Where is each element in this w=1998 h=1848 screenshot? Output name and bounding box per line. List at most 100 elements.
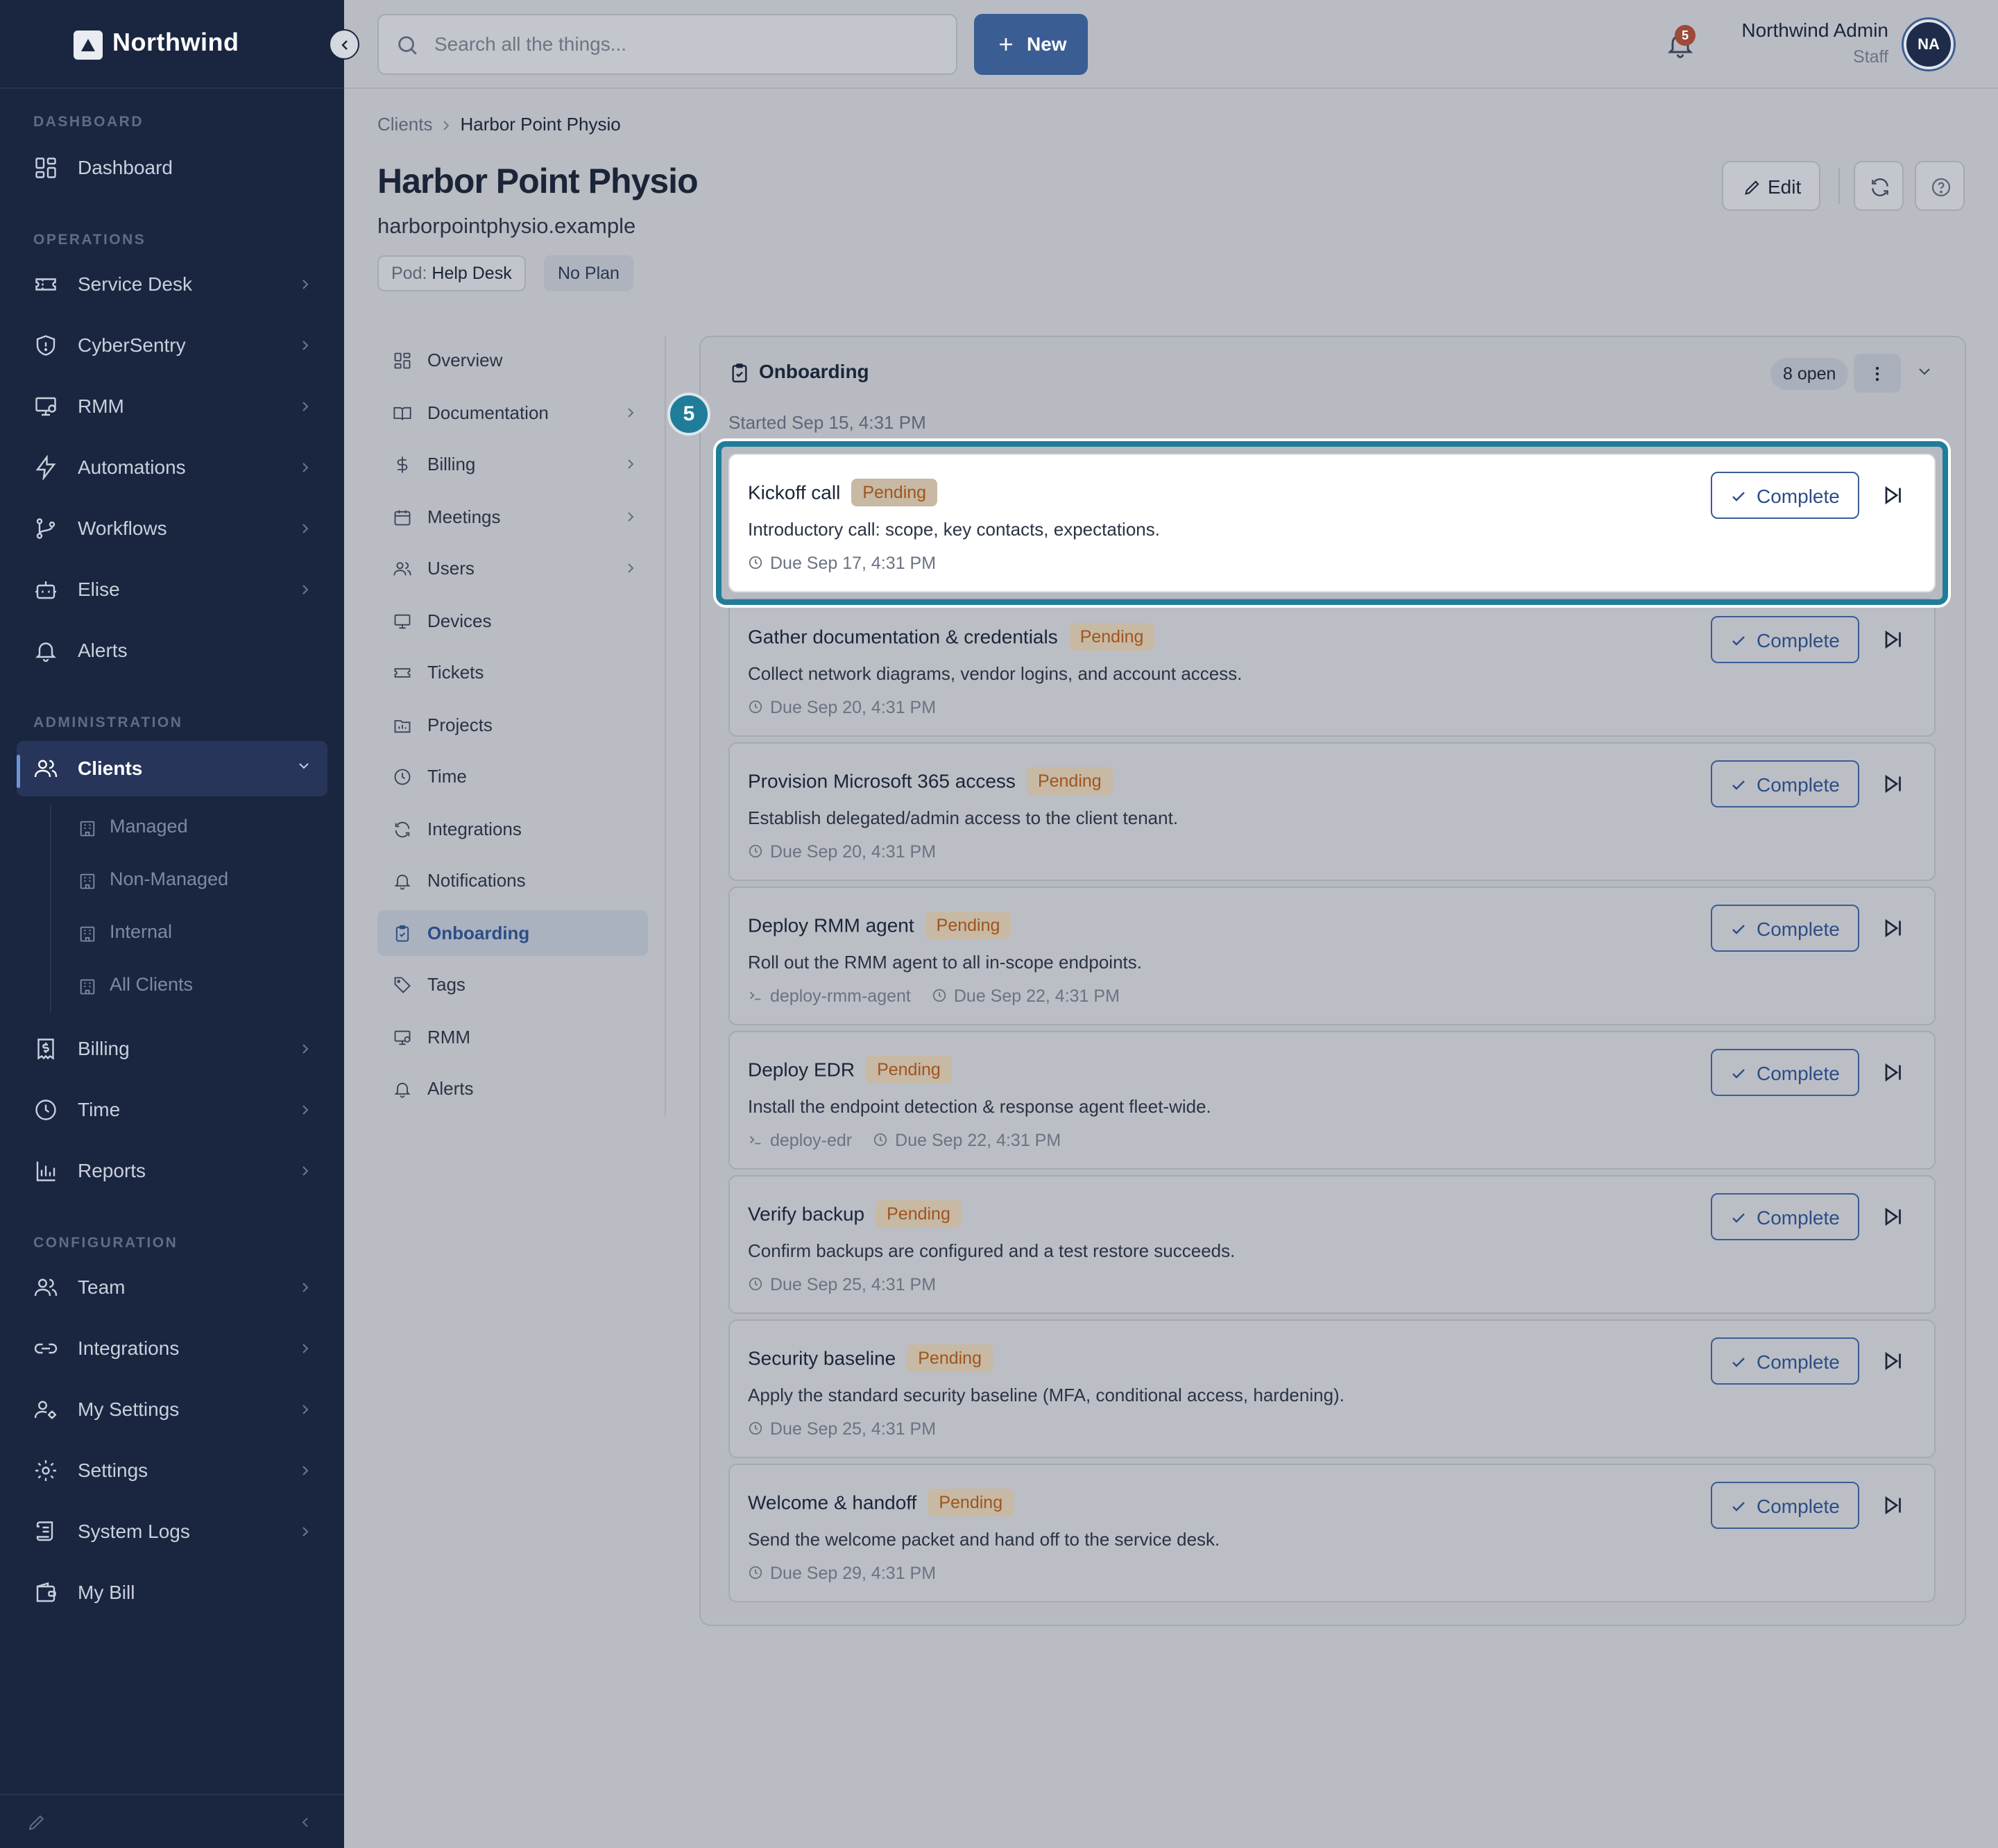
terminal-icon: [748, 1131, 770, 1151]
client-nav-integrations[interactable]: Integrations: [377, 806, 648, 852]
due-date-text: Due Sep 25, 4:31 PM: [770, 1275, 937, 1294]
complete-button[interactable]: Complete: [1711, 760, 1859, 807]
skip-task-icon[interactable]: [1880, 916, 1905, 941]
refresh-icon: [1872, 178, 1888, 196]
chevron-right-icon: [300, 461, 311, 474]
sidebar-item-rmm[interactable]: RMM: [17, 379, 327, 434]
more-options-button[interactable]: [1854, 354, 1901, 393]
sidebar-item-settings[interactable]: Settings: [17, 1443, 327, 1498]
task-title-row: Gather documentation & credentials Pendin…: [748, 623, 1155, 652]
complete-button-label: Complete: [1757, 1063, 1840, 1084]
client-nav-devices[interactable]: Devices: [377, 598, 648, 644]
client-nav-alerts[interactable]: Alerts: [377, 1066, 648, 1111]
receipt-icon: [33, 1036, 58, 1061]
breadcrumb: Clients Harbor Point Physio: [377, 114, 621, 135]
skip-task-icon[interactable]: [1880, 1060, 1905, 1085]
sidebar-subitem-all-clients[interactable]: All Clients: [78, 963, 314, 1007]
sidebar-item-time[interactable]: Time: [17, 1082, 327, 1138]
new-button[interactable]: New: [974, 14, 1088, 75]
edit-button[interactable]: Edit: [1722, 161, 1820, 211]
sidebar-footer: [0, 1794, 344, 1848]
sidebar-item-dashboard[interactable]: Dashboard: [17, 140, 327, 196]
help-button[interactable]: [1915, 161, 1965, 211]
sidebar-item-cybersentry[interactable]: CyberSentry: [17, 318, 327, 373]
client-nav-projects[interactable]: Projects: [377, 702, 648, 748]
client-nav-tickets[interactable]: Tickets: [377, 649, 648, 695]
new-button-label: New: [1027, 33, 1067, 55]
sidebar-collapse-button[interactable]: [329, 29, 359, 60]
collapse-chevron-left-icon[interactable]: [298, 1815, 312, 1830]
chevron-right-icon: [443, 121, 450, 130]
client-nav-users[interactable]: Users: [377, 545, 648, 591]
building-icon: [78, 819, 97, 838]
collapse-panel-chevron-icon[interactable]: [1916, 365, 1933, 379]
complete-button[interactable]: Complete: [1711, 905, 1859, 952]
complete-button[interactable]: Complete: [1711, 616, 1859, 663]
refresh-button[interactable]: [1854, 161, 1904, 211]
client-nav-time[interactable]: Time: [377, 753, 648, 799]
sidebar-item-my-bill[interactable]: My Bill: [17, 1565, 327, 1620]
folder-chart-icon: [393, 716, 412, 735]
script-ref: deploy-rmm-agent: [748, 986, 911, 1007]
client-nav-overview[interactable]: Overview: [377, 337, 648, 383]
task-meta: Due Sep 20, 4:31 PM: [748, 698, 957, 718]
sidebar-item-my-settings[interactable]: My Settings: [17, 1382, 327, 1437]
sidebar-item-integrations[interactable]: Integrations: [17, 1321, 327, 1376]
sidebar-item-service-desk[interactable]: Service Desk: [17, 257, 327, 312]
bell-icon: [393, 871, 412, 891]
skip-task-icon[interactable]: [1880, 627, 1905, 652]
global-search[interactable]: [377, 14, 957, 75]
sidebar-item-automations[interactable]: Automations: [17, 440, 327, 495]
task-title-row: Security baseline Pending: [748, 1344, 993, 1374]
skip-task-icon[interactable]: [1880, 1349, 1905, 1374]
subnav-guide-line: [50, 805, 51, 1013]
complete-button[interactable]: Complete: [1711, 1482, 1859, 1529]
pencil-icon[interactable]: [26, 1812, 47, 1833]
lightning-icon: [33, 455, 58, 480]
task-meta: deploy-rmm-agent Due Sep 22, 4:31 PM: [748, 986, 1141, 1007]
skip-task-icon[interactable]: [1880, 1493, 1905, 1518]
sidebar-item-clients[interactable]: Clients: [17, 741, 327, 796]
client-nav-notifications[interactable]: Notifications: [377, 857, 648, 903]
complete-button[interactable]: Complete: [1711, 1049, 1859, 1096]
users-icon: [33, 1275, 58, 1300]
sidebar-item-team[interactable]: Team: [17, 1260, 327, 1315]
complete-button[interactable]: Complete: [1711, 1337, 1859, 1385]
client-nav-tags[interactable]: Tags: [377, 961, 648, 1007]
sidebar-subitem-non-managed[interactable]: Non-Managed: [78, 857, 314, 902]
skip-task-icon[interactable]: [1880, 771, 1905, 796]
onboarding-task-card: Security baseline Pending Apply the standa…: [728, 1319, 1936, 1458]
plan-chip[interactable]: No Plan: [544, 255, 633, 291]
sidebar-item-reports[interactable]: Reports: [17, 1143, 327, 1199]
client-nav-billing[interactable]: Billing: [377, 441, 648, 487]
client-nav-onboarding[interactable]: Onboarding: [377, 910, 648, 956]
sidebar-item-system-logs[interactable]: System Logs: [17, 1504, 327, 1559]
sidebar-subitem-internal[interactable]: Internal: [78, 910, 314, 955]
due-date-text: Due Sep 22, 4:31 PM: [953, 986, 1120, 1006]
sidebar-item-elise[interactable]: Elise: [17, 562, 327, 617]
client-nav-label: Billing: [427, 454, 476, 474]
pod-chip[interactable]: Pod: Help Desk: [377, 255, 526, 291]
status-badge: Pending: [1068, 623, 1155, 651]
sidebar-item-workflows[interactable]: Workflows: [17, 501, 327, 556]
sidebar-item-billing[interactable]: Billing: [17, 1021, 327, 1077]
complete-button[interactable]: Complete: [1711, 1193, 1859, 1240]
skip-task-icon[interactable]: [1880, 1204, 1905, 1229]
client-nav-rmm[interactable]: RMM: [377, 1014, 648, 1060]
status-badge: Pending: [1026, 767, 1113, 795]
shield-icon: [33, 333, 58, 358]
sidebar-item-label: Alerts: [78, 640, 128, 661]
chevron-right-icon: [300, 1342, 311, 1355]
breadcrumb-clients-link[interactable]: Clients: [377, 114, 432, 135]
sidebar-item-label: Clients: [78, 758, 143, 779]
client-nav-meetings[interactable]: Meetings: [377, 494, 648, 540]
search-input[interactable]: [434, 31, 920, 58]
client-nav-documentation[interactable]: Documentation: [377, 390, 648, 436]
script-name: deploy-rmm-agent: [770, 986, 911, 1006]
task-meta: Due Sep 29, 4:31 PM: [748, 1564, 957, 1584]
sidebar-item-alerts[interactable]: Alerts: [17, 623, 327, 678]
building-icon: [78, 871, 97, 891]
task-title: Deploy EDR: [748, 1059, 855, 1081]
sidebar-subitem-managed[interactable]: Managed: [78, 805, 314, 849]
avatar[interactable]: NA: [1904, 19, 1954, 69]
